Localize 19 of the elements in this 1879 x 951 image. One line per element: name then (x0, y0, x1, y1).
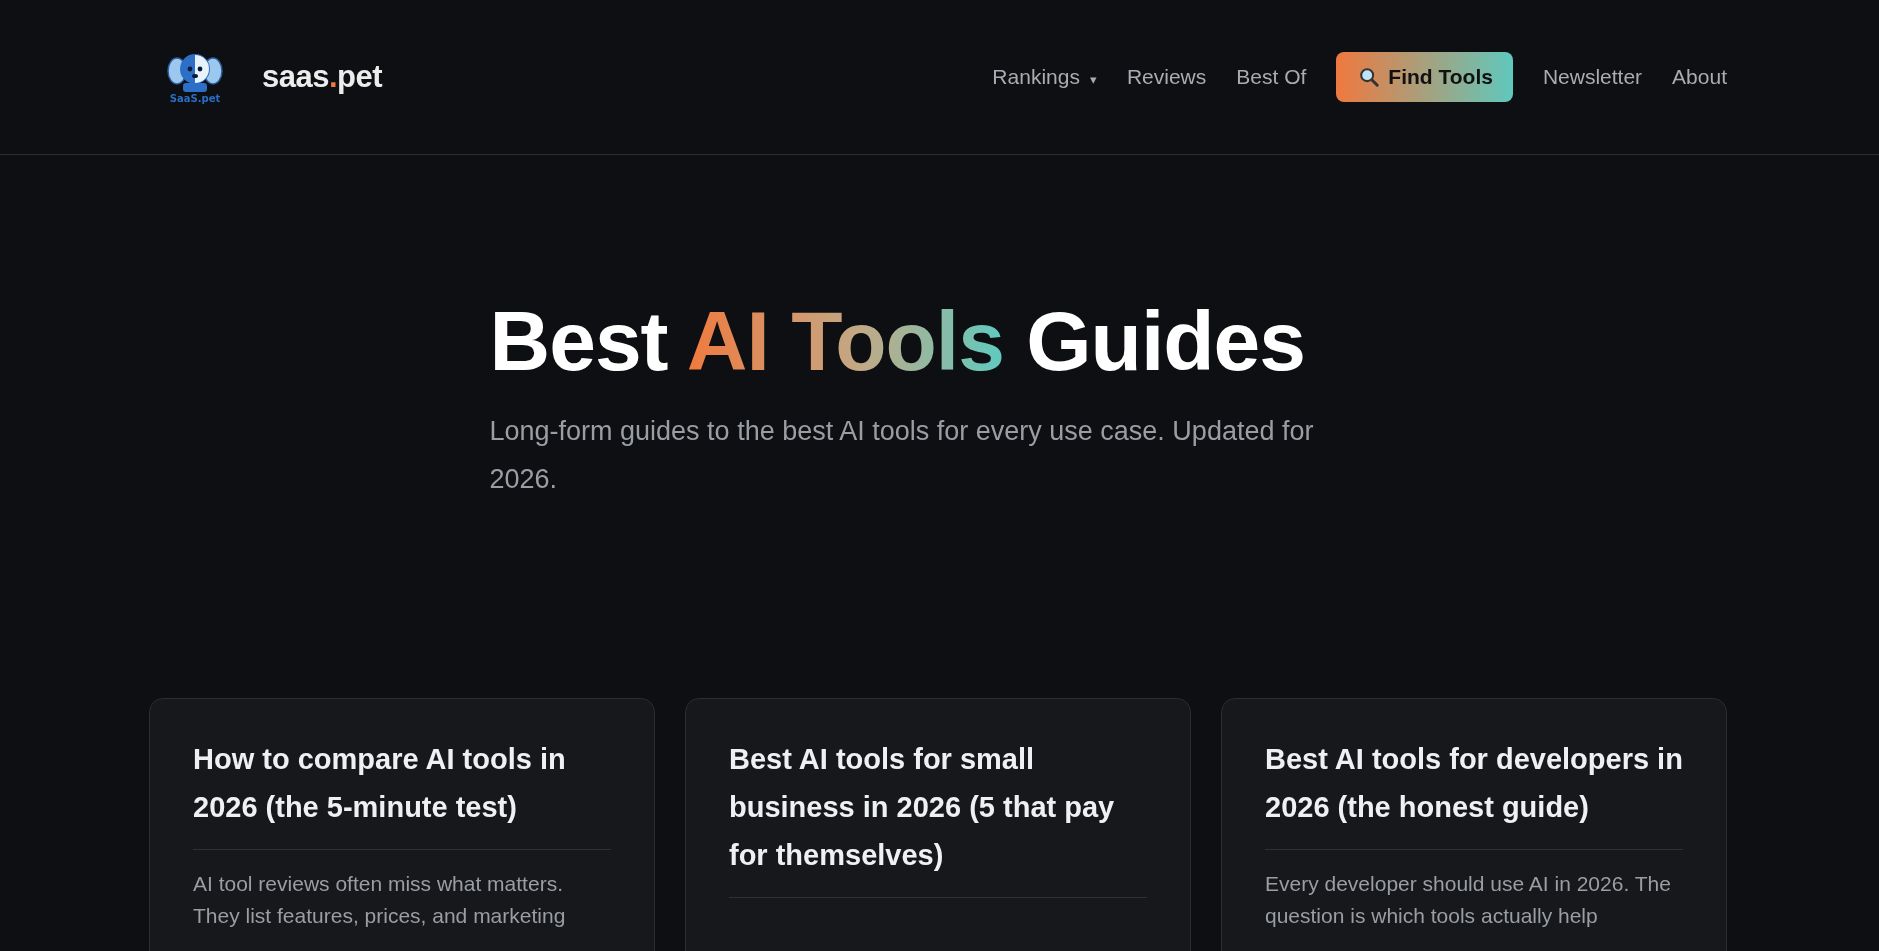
find-tools-button[interactable]: Find Tools (1336, 52, 1513, 102)
page-title: Best AI Tools Guides (489, 295, 1306, 388)
logo-caption: SaaS.pet (169, 93, 221, 105)
guide-card[interactable]: How to compare AI tools in 2026 (the 5-minute test) AI tool reviews often miss what matters. They list features, prices, and marketing (149, 698, 655, 951)
nav-link[interactable]: Best Of (1236, 65, 1307, 89)
card-title[interactable]: How to compare AI tools in 2026 (the 5-minute test) (193, 735, 611, 832)
page-subtitle: Long-form guides to the best AI tools for every use case. Updated for 2026. (489, 415, 1315, 497)
card-excerpt: Every developer should use AI in 2026. The question is which tools actually help (1265, 871, 1672, 930)
card-excerpt: AI tool reviews often miss what matters. They list features, prices, and marketing (193, 871, 567, 930)
site-name[interactable]: saas.pet (262, 59, 383, 95)
nav-link[interactable]: About (1672, 65, 1727, 89)
guide-card[interactable]: Best AI tools for small business in 2026 (5 that pay for themselves) (685, 698, 1191, 951)
guide-card[interactable]: Best AI tools for developers in 2026 (the honest guide) Every developer should use AI in 2026. The question is which tools actually help (1221, 698, 1727, 951)
card-title[interactable]: Best AI tools for small business in 2026 (5 that pay for themselves) (729, 735, 1147, 880)
nav-link[interactable]: Rankings ▾ (992, 65, 1097, 89)
search-icon (1358, 66, 1381, 88)
card-title[interactable]: Best AI tools for developers in 2026 (the honest guide) (1265, 735, 1683, 832)
nav-link[interactable]: Reviews (1126, 65, 1207, 89)
nav-link[interactable]: Newsletter (1542, 65, 1643, 89)
